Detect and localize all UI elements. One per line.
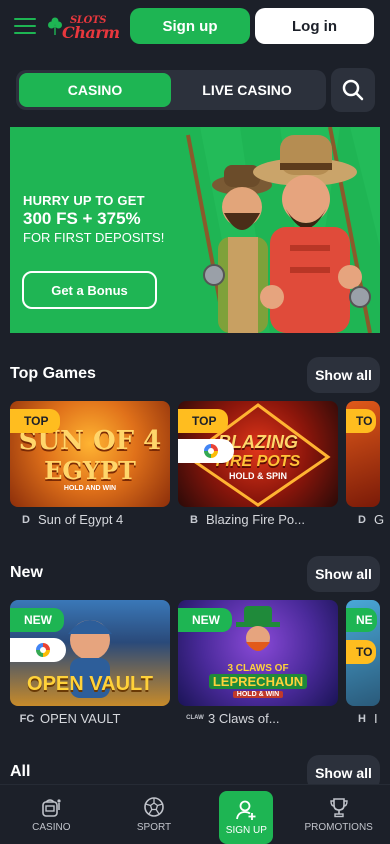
nav-label: CASINO: [32, 822, 71, 833]
get-bonus-button[interactable]: Get a Bonus: [22, 271, 157, 309]
game-art-line-2: LEPRECHAUN: [208, 674, 308, 689]
game-title-text: G: [374, 512, 385, 527]
banner-headline: HURRY UP TO GET 300 FS + 375% FOR FIRST …: [23, 193, 164, 245]
game-art-line-2: EGYPT: [44, 456, 136, 485]
game-title[interactable]: D G: [354, 512, 384, 527]
banner-line-2: 300 FS + 375%: [23, 209, 141, 228]
new-badge: NE: [346, 608, 377, 632]
section-title-top-games: Top Games: [10, 365, 96, 382]
top-badge: TO: [346, 409, 377, 433]
game-card-partial[interactable]: NE TO: [346, 600, 380, 706]
game-title[interactable]: B Blazing Fire Po...: [186, 512, 305, 527]
trophy-icon: [329, 798, 348, 818]
nav-item-sign-up[interactable]: SIGN UP: [219, 791, 274, 844]
section-title-new: New: [10, 564, 43, 581]
game-title-text: OPEN VAULT: [40, 711, 121, 726]
provider-icon: D: [22, 513, 30, 526]
search-button[interactable]: [331, 68, 375, 112]
search-icon: [342, 79, 364, 101]
game-card-blazing-fire-pots[interactable]: BLAZING FIRE POTS HOLD & SPIN TOP: [178, 401, 338, 507]
bottom-nav: CASINO SPORT SIGN UP PROMOTIONS: [0, 784, 390, 844]
provider-icon: FC: [19, 712, 35, 725]
promo-banner[interactable]: HURRY UP TO GET 300 FS + 375% FOR FIRST …: [10, 127, 380, 333]
game-card-sun-of-egypt-4[interactable]: SUN OF 4 EGYPT HOLD AND WIN TOP: [10, 401, 170, 507]
nav-item-promotions[interactable]: PROMOTIONS: [287, 785, 390, 844]
provider-chip: [10, 638, 66, 662]
provider-icon: H: [358, 712, 366, 725]
nav-label: SIGN UP: [225, 825, 267, 836]
game-card-open-vault[interactable]: OPEN VAULT NEW: [10, 600, 170, 706]
soccer-ball-icon: [144, 797, 164, 817]
provider-logo-icon: [36, 643, 50, 657]
game-card-3-claws-of-leprechaun[interactable]: 3 CLAWS OF LEPRECHAUN HOLD & WIN NEW: [178, 600, 338, 706]
game-title[interactable]: H I: [354, 711, 378, 726]
game-title[interactable]: CLAW 3 Claws of...: [186, 711, 280, 726]
nav-label: SPORT: [136, 822, 172, 833]
top-badge: TO: [346, 640, 377, 664]
banner-line-3: FOR FIRST DEPOSITS!: [23, 230, 165, 245]
top-badge: TOP: [10, 409, 61, 433]
tab-casino[interactable]: CASINO: [19, 73, 171, 107]
new-badge: NEW: [178, 608, 232, 632]
game-art-line-1: OPEN VAULT: [27, 673, 153, 695]
provider-chip: [178, 439, 234, 463]
cowboys-illustration: [186, 127, 372, 333]
game-art-line-1: 3 CLAWS OF: [227, 663, 289, 674]
signup-button[interactable]: Sign up: [130, 8, 250, 44]
nav-label: PROMOTIONS: [304, 822, 373, 833]
menu-icon[interactable]: [14, 18, 36, 34]
game-art-line-3: HOLD AND WIN: [63, 485, 117, 492]
category-tabs: CASINO LIVE CASINO: [16, 70, 326, 110]
show-all-top-games-button[interactable]: Show all: [307, 357, 380, 393]
nav-item-sport[interactable]: SPORT: [103, 785, 206, 844]
game-title-text: I: [374, 711, 378, 726]
game-art-line-3: HOLD & SPIN: [228, 470, 287, 481]
banner-line-1: HURRY UP TO GET: [23, 193, 145, 208]
game-title[interactable]: D Sun of Egypt 4: [18, 512, 123, 527]
provider-icon: B: [190, 513, 198, 526]
game-title-text: 3 Claws of...: [208, 711, 280, 726]
nav-item-casino[interactable]: CASINO: [0, 785, 103, 844]
provider-logo-icon: [204, 444, 218, 458]
game-title-text: Blazing Fire Po...: [206, 512, 305, 527]
tab-live-casino[interactable]: LIVE CASINO: [171, 73, 323, 107]
clover-icon: [48, 17, 62, 35]
provider-icon: D: [358, 513, 366, 526]
logo-text-bottom: Charm: [62, 23, 120, 42]
game-card-partial[interactable]: TO: [346, 401, 380, 507]
add-user-icon: [236, 800, 256, 820]
slot-machine-icon: [42, 799, 61, 817]
new-badge: NEW: [10, 608, 64, 632]
show-all-new-button[interactable]: Show all: [307, 556, 380, 592]
top-badge: TOP: [178, 409, 229, 433]
login-button[interactable]: Log in: [255, 8, 374, 44]
game-art-line-3: HOLD & WIN: [232, 691, 284, 698]
section-title-all: All: [10, 763, 31, 780]
game-title-text: Sun of Egypt 4: [38, 512, 124, 527]
logo[interactable]: SLOTS Charm: [48, 11, 120, 42]
provider-icon: CLAW: [186, 715, 204, 721]
header: SLOTS Charm Sign up Log in: [0, 0, 390, 52]
game-title[interactable]: FC OPEN VAULT: [18, 711, 121, 726]
